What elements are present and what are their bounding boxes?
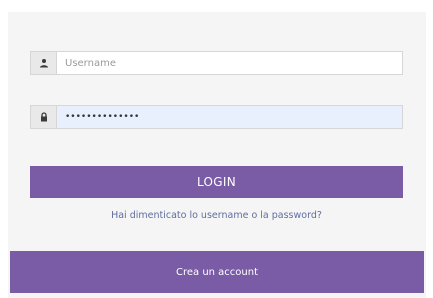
lock-icon bbox=[30, 105, 56, 129]
user-icon bbox=[30, 51, 56, 75]
password-field bbox=[30, 105, 403, 129]
password-input[interactable] bbox=[56, 105, 403, 129]
login-button[interactable]: LOGIN bbox=[30, 166, 403, 198]
username-input[interactable] bbox=[56, 51, 403, 75]
create-account-button[interactable]: Crea un account bbox=[10, 251, 424, 293]
username-field bbox=[30, 51, 403, 75]
forgot-password-link[interactable]: Hai dimenticato lo username o la passwor… bbox=[30, 210, 403, 221]
